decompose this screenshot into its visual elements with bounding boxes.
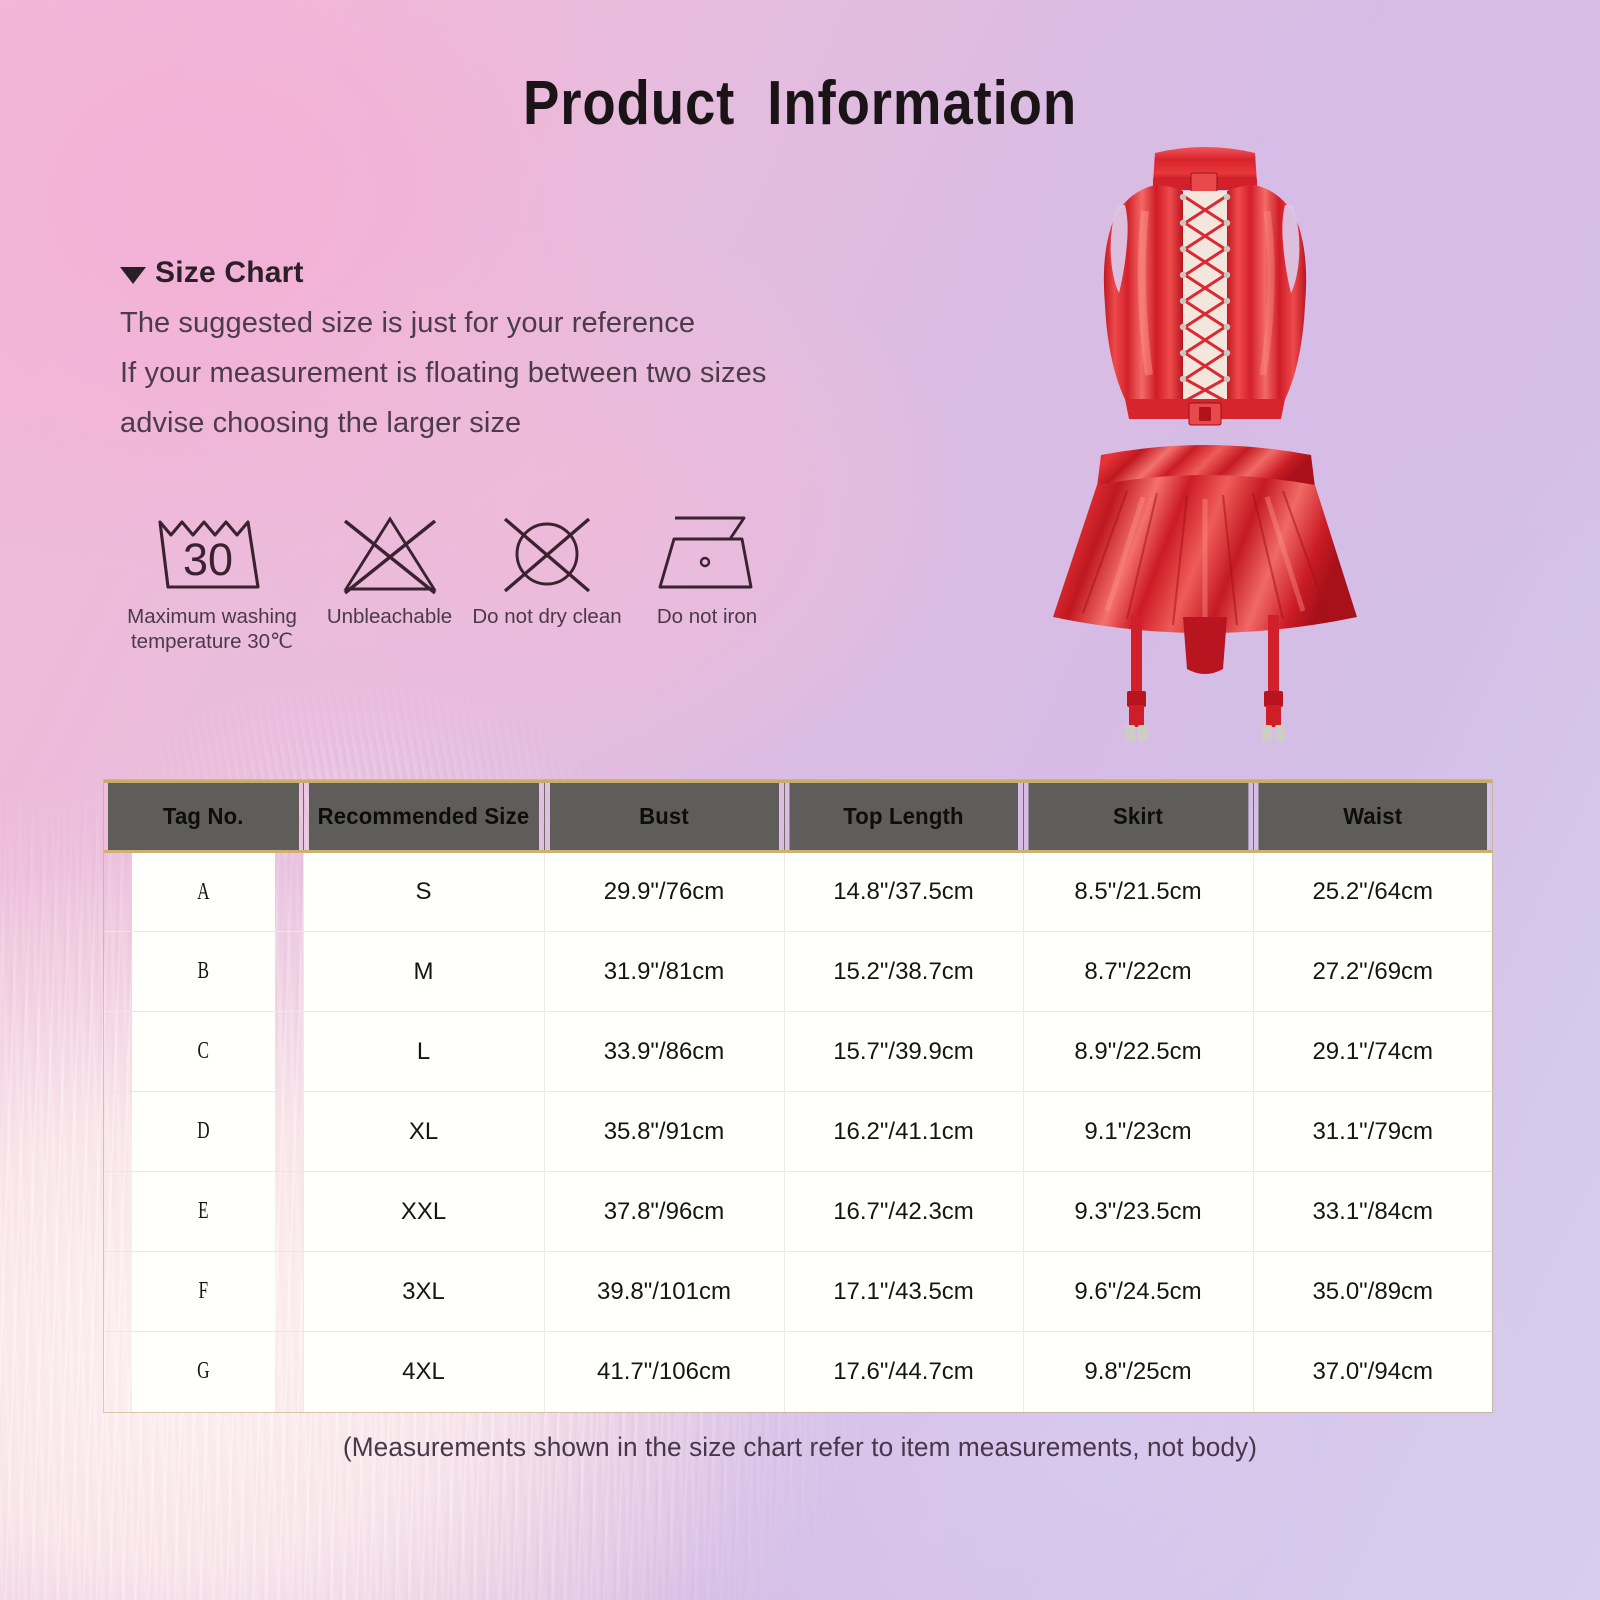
cell-waist: 29.1"/74cm (1253, 1011, 1492, 1092)
svg-text:30: 30 (183, 534, 233, 585)
care-symbol-label: Do not dry clean (472, 605, 622, 628)
cell-tag-no: A (131, 851, 276, 932)
cell-tag-no: D (131, 1091, 276, 1172)
cell-recommended-size: XXL (303, 1171, 545, 1252)
cell-recommended-size: S (303, 851, 545, 932)
cell-recommended-size: L (303, 1011, 545, 1092)
care-symbol-label: Do not iron (656, 605, 758, 628)
size-chart-note-3: advise choosing the larger size (120, 407, 522, 439)
cell-top-length: 16.7"/42.3cm (784, 1171, 1024, 1252)
table-row: F 3XL 39.8"/101cm 17.1"/43.5cm 9.6"/24.5… (104, 1251, 1492, 1332)
care-symbol-label: Unbleachable (326, 605, 453, 628)
cell-top-length: 14.8"/37.5cm (784, 851, 1024, 932)
size-chart-table: Tag No. Recommended Size Bust Top Length… (104, 780, 1492, 1412)
table-header-row: Tag No. Recommended Size Bust Top Length… (104, 780, 1492, 853)
care-symbol-unbleachable: Unbleachable (312, 505, 467, 629)
cell-bust: 31.9"/81cm (544, 931, 785, 1012)
cell-top-length: 15.7"/39.9cm (784, 1011, 1024, 1092)
cell-skirt: 9.8"/25cm (1023, 1331, 1254, 1412)
cell-tag-no: E (131, 1171, 276, 1252)
table-row: G 4XL 41.7"/106cm 17.6"/44.7cm 9.8"/25cm… (104, 1331, 1492, 1412)
cell-waist: 25.2"/64cm (1253, 851, 1492, 932)
red-lace-up-crop-top (1103, 147, 1307, 426)
cell-bust: 41.7"/106cm (544, 1331, 785, 1412)
table-row: B M 31.9"/81cm 15.2"/38.7cm 8.7"/22cm 27… (104, 931, 1492, 1012)
wash-tub-30-icon: 30 (158, 520, 260, 589)
care-symbol-no-iron: Do not iron (627, 505, 787, 629)
cell-tag-no: F (131, 1251, 276, 1332)
table-row: E XXL 37.8"/96cm 16.7"/42.3cm 9.3"/23.5c… (104, 1171, 1492, 1252)
care-symbol-no-dry-clean: Do not dry clean (467, 505, 627, 629)
table-row: D XL 35.8"/91cm 16.2"/41.1cm 9.1"/23cm 3… (104, 1091, 1492, 1172)
product-information-page: Product Information Size Chart The sugge… (0, 0, 1600, 1600)
red-pleated-garter-skirt (1053, 445, 1357, 741)
cell-bust: 37.8"/96cm (544, 1171, 785, 1252)
cell-top-length: 15.2"/38.7cm (784, 931, 1024, 1012)
care-symbol-label: Maximum washing temperature 30℃ (127, 605, 297, 653)
size-chart-heading-label: Size Chart (155, 256, 304, 289)
cell-tag-no: B (131, 931, 276, 1012)
column-header-tag-no: Tag No. (107, 780, 300, 853)
size-chart-heading: Size Chart (120, 256, 880, 290)
table-row: C L 33.9"/86cm 15.7"/39.9cm 8.9"/22.5cm … (104, 1011, 1492, 1092)
cell-tag-no: C (131, 1011, 276, 1092)
cell-bust: 35.8"/91cm (544, 1091, 785, 1172)
cell-recommended-size: M (303, 931, 545, 1012)
cell-recommended-size: 3XL (303, 1251, 545, 1332)
table-row: A S 29.9"/76cm 14.8"/37.5cm 8.5"/21.5cm … (104, 851, 1492, 932)
cell-top-length: 16.2"/41.1cm (784, 1091, 1024, 1172)
no-dry-clean-icon (503, 517, 591, 593)
product-photo-group (1053, 147, 1357, 741)
triangle-down-icon (120, 266, 146, 284)
cell-waist: 37.0"/94cm (1253, 1331, 1492, 1412)
measurements-footnote: (Measurements shown in the size chart re… (342, 1432, 1258, 1462)
no-iron-icon (658, 516, 753, 589)
cell-top-length: 17.1"/43.5cm (784, 1251, 1024, 1332)
care-symbols-row: 30 Maximum washing temperature 30℃ Unble… (112, 505, 787, 654)
column-header-bust: Bust (548, 780, 780, 853)
cell-bust: 29.9"/76cm (544, 851, 785, 932)
cell-waist: 31.1"/79cm (1253, 1091, 1492, 1172)
size-chart-note-2: If your measurement is floating between … (120, 357, 767, 389)
column-header-skirt: Skirt (1027, 780, 1249, 853)
product-images (1005, 135, 1405, 775)
column-header-top-length: Top Length (788, 780, 1019, 853)
care-symbol-max-wash-temp: 30 Maximum washing temperature 30℃ (112, 505, 312, 654)
column-header-waist: Waist (1257, 780, 1488, 853)
column-header-recommended-size: Recommended Size (307, 780, 540, 853)
cell-skirt: 9.6"/24.5cm (1023, 1251, 1254, 1332)
page-title: Product Information (522, 69, 1078, 138)
cell-top-length: 17.6"/44.7cm (784, 1331, 1024, 1412)
cell-skirt: 9.3"/23.5cm (1023, 1171, 1254, 1252)
cell-waist: 35.0"/89cm (1253, 1251, 1492, 1332)
cell-waist: 33.1"/84cm (1253, 1171, 1492, 1252)
size-chart-section: Size Chart The suggested size is just fo… (120, 256, 880, 440)
cell-skirt: 8.9"/22.5cm (1023, 1011, 1254, 1092)
cell-bust: 39.8"/101cm (544, 1251, 785, 1332)
size-chart-note-1: The suggested size is just for your refe… (120, 307, 696, 339)
cell-tag-no: G (131, 1331, 276, 1412)
no-bleach-icon (342, 516, 437, 595)
cell-skirt: 8.5"/21.5cm (1023, 851, 1254, 932)
cell-skirt: 9.1"/23cm (1023, 1091, 1254, 1172)
cell-skirt: 8.7"/22cm (1023, 931, 1254, 1012)
cell-waist: 27.2"/69cm (1253, 931, 1492, 1012)
cell-bust: 33.9"/86cm (544, 1011, 785, 1092)
cell-recommended-size: XL (303, 1091, 545, 1172)
cell-recommended-size: 4XL (303, 1331, 545, 1412)
